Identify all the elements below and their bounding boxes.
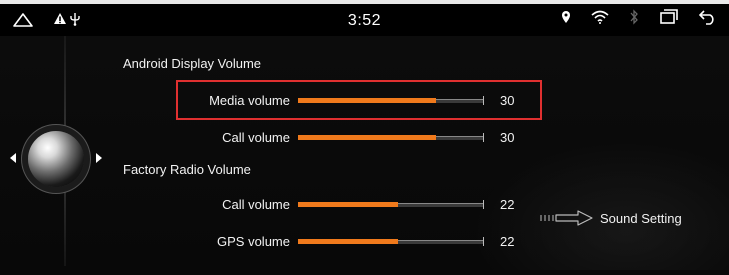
slider-fill [298,135,436,140]
slider-end-mark [483,200,484,209]
volume-row-call-factory[interactable]: Call volume 22 [172,192,542,218]
recent-apps-icon[interactable] [659,9,679,25]
car-head-unit-screen: 3:52 Android Display Volume Media volume… [0,0,729,275]
sound-setting-link[interactable]: Sound Setting [540,210,682,226]
row-label: GPS volume [217,234,290,249]
sound-setting-label: Sound Setting [600,210,682,226]
slider-fill [298,239,399,244]
volume-row-call-android[interactable]: Call volume 30 [172,125,542,151]
knob-right-arrow-icon[interactable] [96,153,102,163]
section-title-android-display-volume: Android Display Volume [123,56,262,71]
section-title-factory-radio-volume: Factory Radio Volume [123,162,251,177]
arrow-right-icon [540,210,594,226]
row-label: Call volume [222,130,290,145]
call-volume-slider[interactable] [298,133,484,142]
back-icon[interactable] [699,9,717,25]
row-label: Call volume [222,197,290,212]
slider-end-mark [483,237,484,246]
row-value: 30 [500,93,515,108]
status-right-group [561,9,717,25]
knob-dial-icon[interactable] [28,131,84,187]
slider-fill [298,202,399,207]
row-value: 22 [500,234,515,249]
media-volume-slider[interactable] [298,96,484,105]
row-value: 30 [500,130,515,145]
row-label: Media volume [209,93,290,108]
factory-call-volume-slider[interactable] [298,200,484,209]
knob-left-arrow-icon[interactable] [10,153,16,163]
rotary-knob[interactable] [10,113,102,205]
gps-volume-slider[interactable] [298,237,484,246]
wifi-icon [591,10,609,24]
slider-end-mark [483,96,484,105]
status-bar: 3:52 [0,4,729,36]
slider-end-mark [483,133,484,142]
bluetooth-icon [629,9,639,25]
location-pin-icon [561,10,571,24]
volume-row-gps[interactable]: GPS volume 22 [172,229,542,255]
slider-fill [298,98,436,103]
volume-row-media[interactable]: Media volume 30 [172,88,542,114]
row-value: 22 [500,197,515,212]
